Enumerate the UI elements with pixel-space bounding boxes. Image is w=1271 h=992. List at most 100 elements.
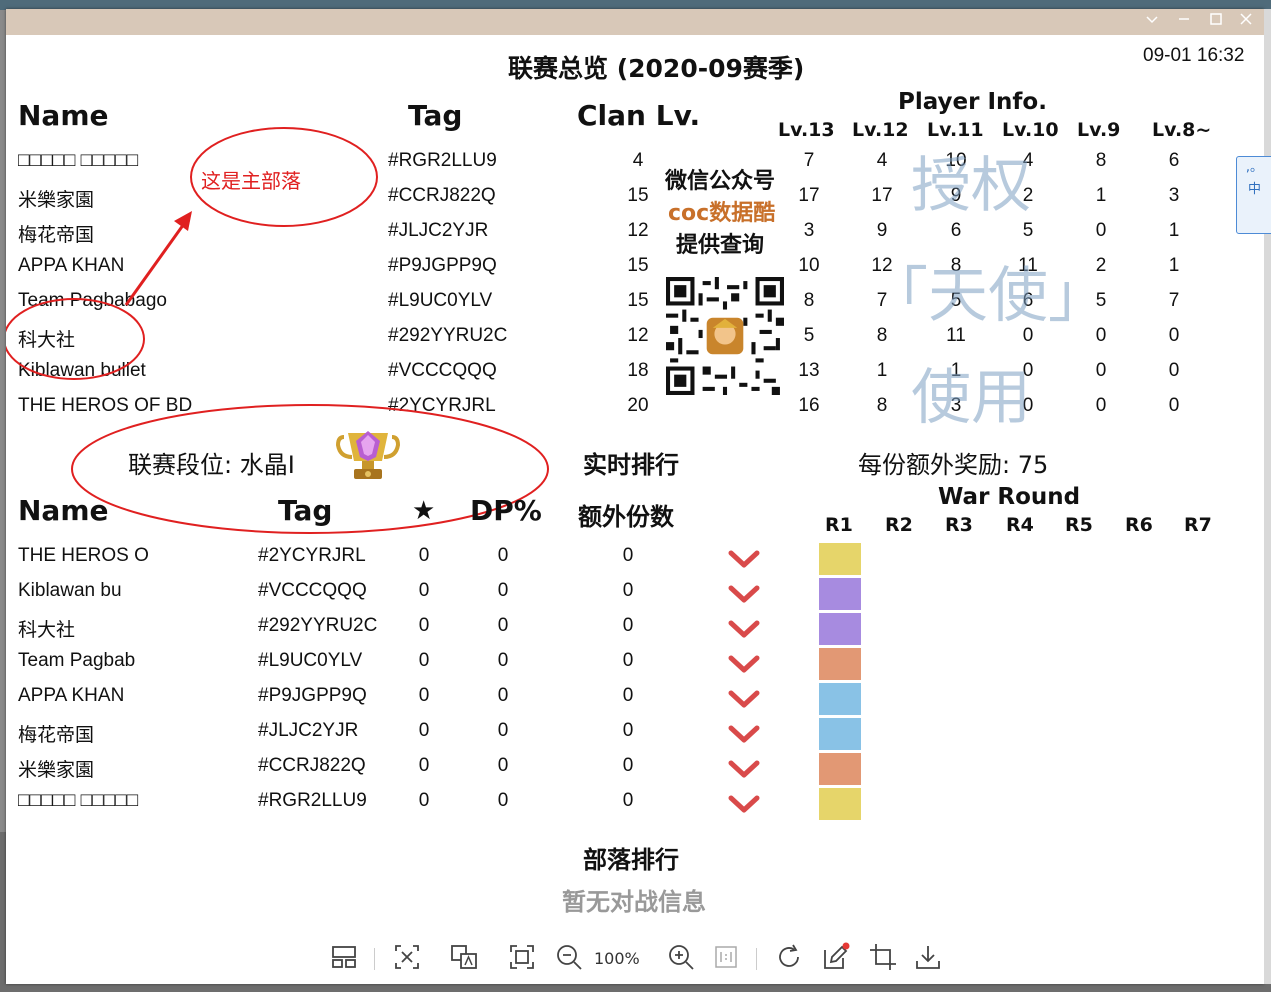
player-level-count: 8 [803,290,815,311]
clan-tag: #CCRJ822Q [388,185,496,206]
player-level-count: 0 [1095,220,1107,241]
round-header: R5 [1065,514,1093,536]
clan-name: THE HEROS OF BD [18,395,193,416]
zoom-out-icon[interactable] [554,942,584,972]
realtime-ranking-label: 实时排行 [583,451,679,479]
chevron-down-icon[interactable] [728,654,760,674]
chevron-down-icon[interactable] [728,794,760,814]
download-icon[interactable] [913,942,943,972]
rank-extra: 0 [622,720,634,741]
gallery-icon[interactable] [329,942,359,972]
rank-extra: 0 [622,650,634,671]
chevron-down-icon[interactable] [1142,12,1162,32]
rank-clan-tag: #VCCCQQQ [258,580,367,601]
ime-punctuation-icon: ,。 [1245,160,1264,175]
clan-tag: #292YYRU2C [388,325,508,346]
round-result-swatch [819,753,861,785]
ime-indicator[interactable]: ,。 中 [1236,156,1271,234]
fit-screen-icon[interactable] [507,942,537,972]
zoom-level: 100% [594,949,640,968]
rank-clan-name: 米樂家園 [18,760,95,781]
minimize-icon[interactable] [1174,12,1194,32]
round-result-swatch [819,718,861,750]
round-result-swatch [819,788,861,820]
player-level-count: 17 [871,185,893,206]
rank-stars: 0 [418,580,430,601]
promo-line-1: 微信公众号 [665,169,776,194]
rank-dp: 0 [497,755,509,776]
crystal-league-badge-icon [336,431,400,479]
zoom-in-icon[interactable] [666,942,696,972]
close-icon[interactable] [1236,12,1256,32]
clan-level: 4 [632,150,644,171]
player-level-count: 8 [876,395,888,416]
rank-clan-tag: #P9JGPP9Q [258,685,367,706]
promo-line-2: coc数据酷 [668,201,776,226]
rank-clan-name: □□□□□ □□□□□ [18,790,139,811]
clan-level: 12 [627,220,649,241]
clan-level: 20 [627,395,649,416]
rank-clan-tag: #RGR2LLU9 [258,790,367,811]
rank-dp: 0 [497,720,509,741]
chevron-down-icon[interactable] [728,549,760,569]
crop-icon[interactable] [868,942,898,972]
player-level-count: 3 [803,220,815,241]
player-level-count: 0 [1168,325,1180,346]
rank-clan-name: Kiblawan bu [18,580,122,601]
rank-stars: 0 [418,755,430,776]
chevron-down-icon[interactable] [728,724,760,744]
page-title: 联赛总览 (2020-09赛季) [508,54,805,83]
level-header: Lv.8~ [1152,119,1212,141]
ocr-icon[interactable] [392,942,422,972]
player-level-count: 4 [876,150,888,171]
header-tag: Tag [408,99,463,132]
player-level-count: 1 [1095,185,1107,206]
actual-size-icon[interactable] [711,942,741,972]
rank-stars: 0 [418,650,430,671]
clan-level: 18 [627,360,649,381]
rank-dp: 0 [497,650,509,671]
rotate-icon[interactable] [774,942,804,972]
rank-dp: 0 [497,545,509,566]
round-header: R3 [945,514,973,536]
chevron-down-icon[interactable] [728,584,760,604]
header-clan-lv: Clan Lv. [577,99,701,132]
round-result-swatch [819,613,861,645]
main-clan-annotation: 这是主部落 [201,169,301,193]
clan-level: 15 [627,290,649,311]
clock-readout: 09-01 16:32 [1143,45,1245,66]
player-level-count: 0 [1095,395,1107,416]
rank-clan-name: Team Pagbab [18,650,136,671]
maximize-icon[interactable] [1206,12,1226,32]
player-level-count: 3 [1168,185,1180,206]
round-header: R6 [1125,514,1153,536]
edit-icon[interactable] [821,942,851,972]
chevron-down-icon[interactable] [728,619,760,639]
clan-name: Kiblawan bullet [18,360,146,381]
chevron-down-icon[interactable] [728,759,760,779]
rank-extra: 0 [622,545,634,566]
translate-icon[interactable] [449,942,479,972]
watermark-line-2: 「天使」 [868,261,1108,331]
chevron-down-icon[interactable] [728,689,760,709]
player-level-count: 6 [1168,150,1180,171]
player-level-count: 5 [803,325,815,346]
player-level-count: 1 [1168,220,1180,241]
round-header: R1 [825,514,853,536]
title-bar [6,9,1264,35]
player-level-count: 0 [1168,395,1180,416]
war-round-header: War Round [938,484,1081,510]
rank-dp: 0 [497,615,509,636]
player-level-count: 8 [1095,150,1107,171]
clan-tag: #VCCCQQQ [388,360,497,381]
rank-extra: 0 [622,580,634,601]
player-level-count: 13 [798,360,820,381]
level-header: Lv.12 [852,119,909,141]
rank-dp: 0 [497,580,509,601]
header-player-info: Player Info. [898,89,1047,115]
player-level-count: 17 [798,185,820,206]
clan-level: 12 [627,325,649,346]
promo-line-3: 提供查询 [676,233,765,258]
clan-name: □□□□□ □□□□□ [18,150,139,171]
clan-ranking-title: 部落排行 [583,846,679,874]
